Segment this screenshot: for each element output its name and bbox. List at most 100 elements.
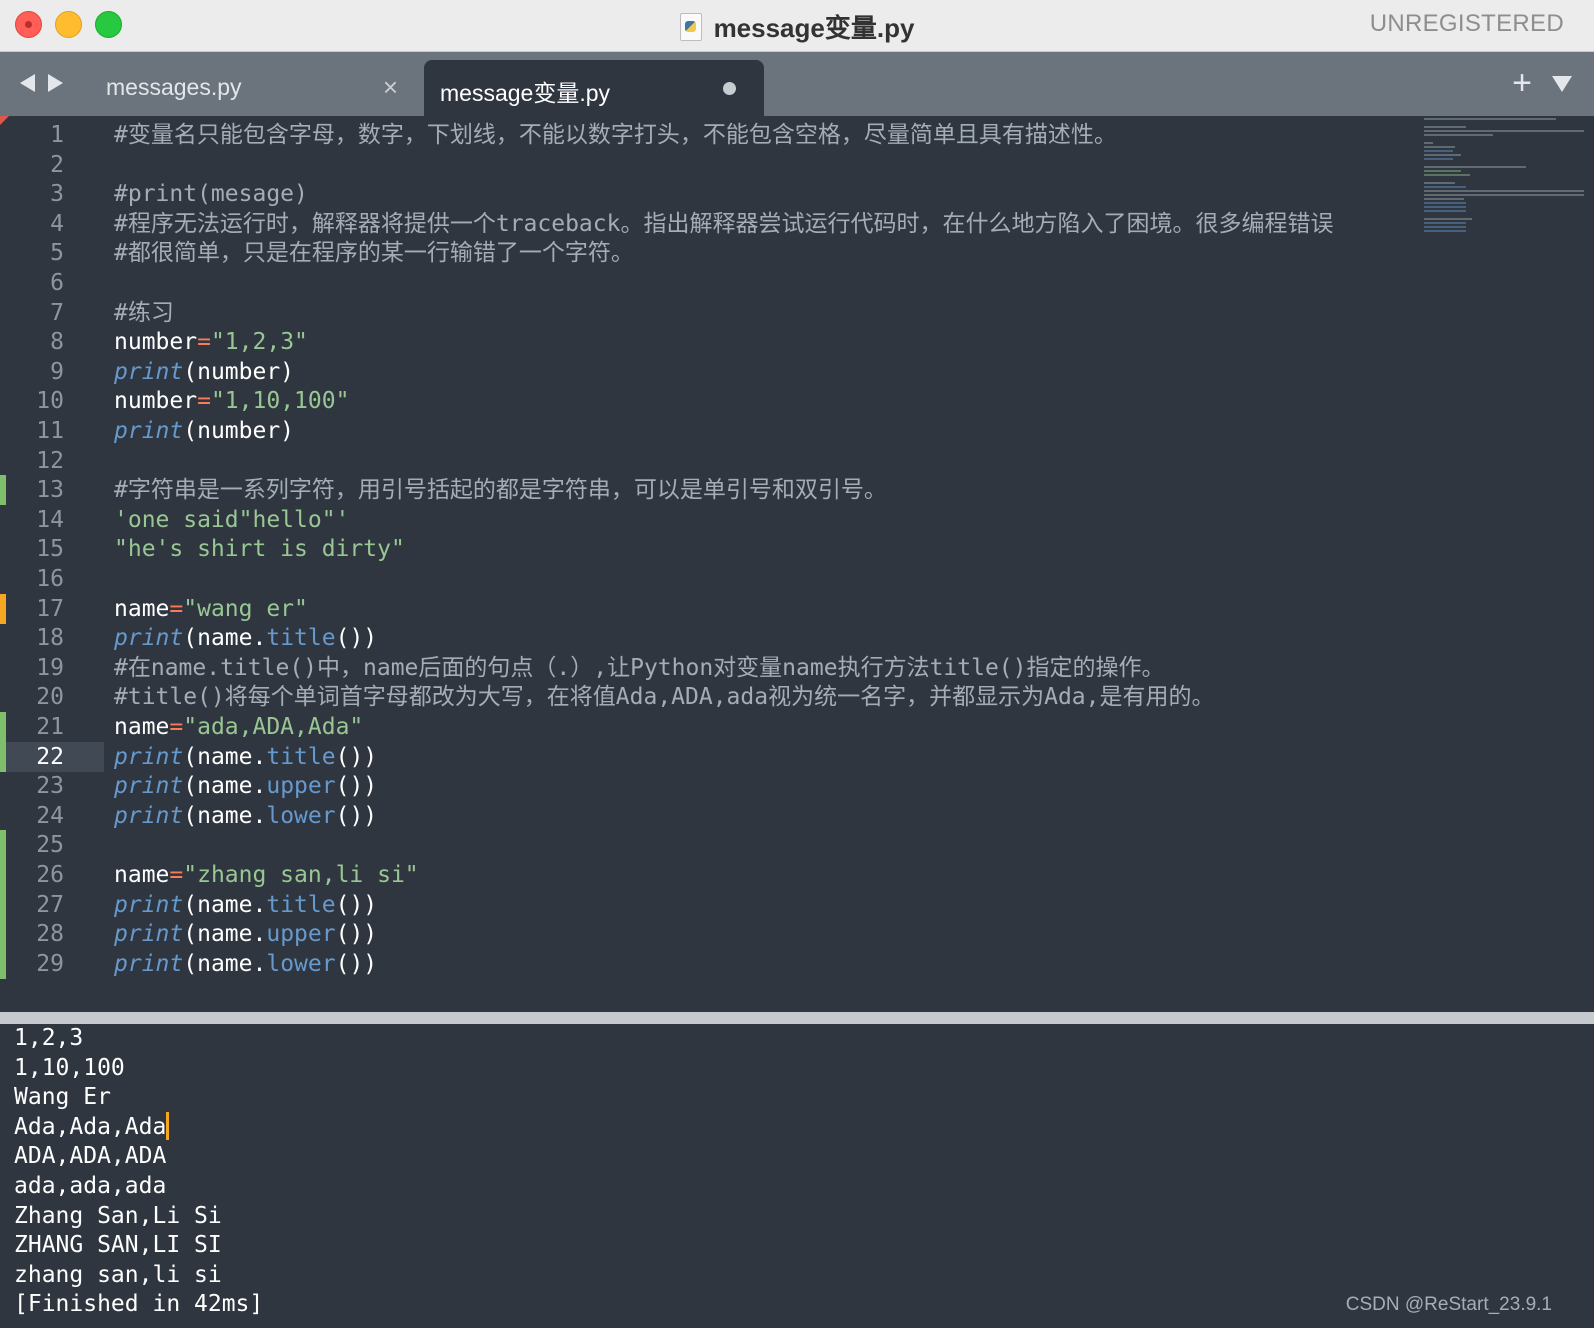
panel-splitter[interactable] [0,1012,1594,1024]
code-line[interactable]: 26 name="zhang san,li si" [0,860,1594,890]
tab-list-dropdown-icon[interactable] [1552,76,1572,92]
code-token: print [114,921,184,948]
line-number: 21 [36,714,64,740]
code-token: #在name.title()中，name后面的句点（.）,让Python对变量n… [114,654,1165,681]
code-token: #变量名只能包含字母，数字，下划线，不能以数字打头，不能包含空格，尽量简单且具有… [114,122,1117,148]
code-line[interactable]: 20 #title()将每个单词首字母都改为大写，在将值Ada,ADA,ada视为… [0,682,1594,712]
code-line[interactable]: 29 print(name.lower()) [0,948,1594,979]
python-file-icon [679,13,702,41]
previous-tab-arrow-icon[interactable] [20,74,35,92]
build-output-panel[interactable]: 1,2,3 1,10,100 Wang Er Ada,Ada,Ada ADA,ADA,A… [0,1024,1594,1328]
code-line[interactable]: 13 #字符串是一系列字符，用引号括起的都是字符串，可以是单引号和双引号。 [0,475,1594,506]
code-token: #程序无法运行时，解释器将提供一个traceback。指出解释器尝试运行代码时，… [114,210,1334,237]
code-text: #练习 [114,298,174,328]
code-token: 'one said"hello"' [114,506,350,533]
line-number: 10 [36,388,64,415]
code-line[interactable]: 16 [0,564,1594,594]
minimap-line [1424,222,1466,224]
output-line: ZHANG SAN,LI SI [14,1230,222,1260]
title-bar: message变量.py UNREGISTERED [0,0,1594,52]
code-token: = [197,329,211,356]
minimap-line [1424,166,1526,168]
tab-message-variable-py[interactable]: message变量.py [424,60,764,116]
code-line[interactable]: 7 #练习 [0,298,1594,328]
code-line[interactable]: 25 [0,830,1594,861]
code-line[interactable]: 12 [0,446,1594,476]
code-token: (name. [183,921,267,948]
code-line[interactable]: 14 'one said"hello"' [0,505,1594,535]
code-text: number="1,10,100" [114,386,349,416]
minimap-line [1424,134,1493,136]
line-number: 25 [36,832,64,859]
minimap-line [1424,182,1455,184]
code-line[interactable]: 18 print(name.title()) [0,623,1594,653]
code-token: number [114,329,198,356]
watermark: CSDN @ReStart_23.9.1 [1345,1294,1552,1315]
output-line: 1,2,3 [14,1023,83,1053]
close-icon[interactable]: × [383,72,398,103]
code-text: number="1,2,3" [114,327,308,357]
code-line[interactable]: 24 print(name.lower()) [0,801,1594,831]
code-line[interactable]: 21 name="ada,ADA,Ada" [0,712,1594,742]
code-text: print(name.title()) [114,623,377,653]
output-text: zhang san,li si [14,1261,222,1288]
output-line: ADA,ADA,ADA [14,1141,166,1171]
minimap[interactable] [1424,116,1594,246]
code-text: #print(mesage) [114,179,308,209]
output-line: [Finished in 42ms] [14,1289,263,1319]
code-token: (name. [183,773,267,800]
code-token: lower [266,802,336,829]
code-line[interactable]: 17 name="wang er" [0,593,1594,624]
code-text: #在name.title()中，name后面的句点（.）,让Python对变量n… [114,653,1165,683]
code-line[interactable]: 11 print(number) [0,416,1594,446]
minimap-line [1424,190,1584,192]
minimap-line [1424,206,1466,208]
code-token: "zhang san,li si" [183,862,419,888]
tab-messages-py[interactable]: messages.py × [90,60,420,116]
code-line[interactable]: 6 [0,268,1594,298]
code-line[interactable]: 5 #都很简单，只是在程序的某一行输错了一个字符。 [0,238,1594,268]
code-token: title [266,743,336,770]
code-token: #练习 [114,299,174,326]
code-line[interactable]: 3 #print(mesage) [0,179,1594,209]
code-editor[interactable]: 1 #变量名只能包含字母，数字，下划线，不能以数字打头，不能包含空格，尽量简单且具… [0,116,1594,1012]
code-token: title [266,891,336,918]
code-line[interactable]: 2 [0,150,1594,180]
output-text: Ada,Ada,Ada [14,1113,167,1140]
unsaved-dot-icon[interactable] [723,82,736,95]
code-text: print(name.upper()) [114,771,377,801]
line-number: 5 [50,240,64,267]
code-line[interactable]: 10 number="1,10,100" [0,386,1594,416]
next-tab-arrow-icon[interactable] [48,74,63,92]
line-number: 3 [50,181,64,208]
code-token: print [114,802,184,829]
code-text: print(number) [114,416,294,446]
code-line[interactable]: 4 #程序无法运行时，解释器将提供一个traceback。指出解释器尝试运行代码时… [0,209,1594,239]
code-token: = [169,595,184,622]
line-number: 18 [36,625,64,652]
code-token: upper [266,921,336,948]
code-line[interactable]: 28 print(name.upper()) [0,919,1594,950]
line-number: 23 [36,773,64,800]
code-line[interactable]: 23 print(name.upper()) [0,771,1594,801]
code-token: ()) [335,625,378,652]
code-token: "wang er" [183,595,308,622]
code-text: name="zhang san,li si" [114,860,419,890]
code-line[interactable]: 15 "he's shirt is dirty" [0,534,1594,564]
code-line[interactable]: 22 print(name.title()) [0,741,1594,772]
code-line[interactable]: 9 print(number) [0,357,1594,387]
code-token: "ada,ADA,Ada" [183,714,364,740]
code-line[interactable]: 19 #在name.title()中，name后面的句点（.）,让Python对变… [0,653,1594,683]
code-line[interactable]: 8 number="1,2,3" [0,327,1594,357]
code-text: #程序无法运行时，解释器将提供一个traceback。指出解释器尝试运行代码时，… [114,209,1333,239]
code-line[interactable]: 27 print(name.title()) [0,889,1594,920]
line-number: 4 [50,210,64,237]
minimap-line [1424,210,1466,212]
code-line[interactable]: 1 #变量名只能包含字母，数字，下划线，不能以数字打头，不能包含空格，尽量简单且具… [0,120,1594,150]
code-text: print(name.title()) [114,890,377,920]
code-text: name="ada,ADA,Ada" [114,712,363,742]
code-token: = [169,862,184,888]
new-tab-plus-icon[interactable]: + [1512,66,1532,100]
output-text: ada,ada,ada [14,1173,167,1199]
line-number: 29 [36,950,64,977]
